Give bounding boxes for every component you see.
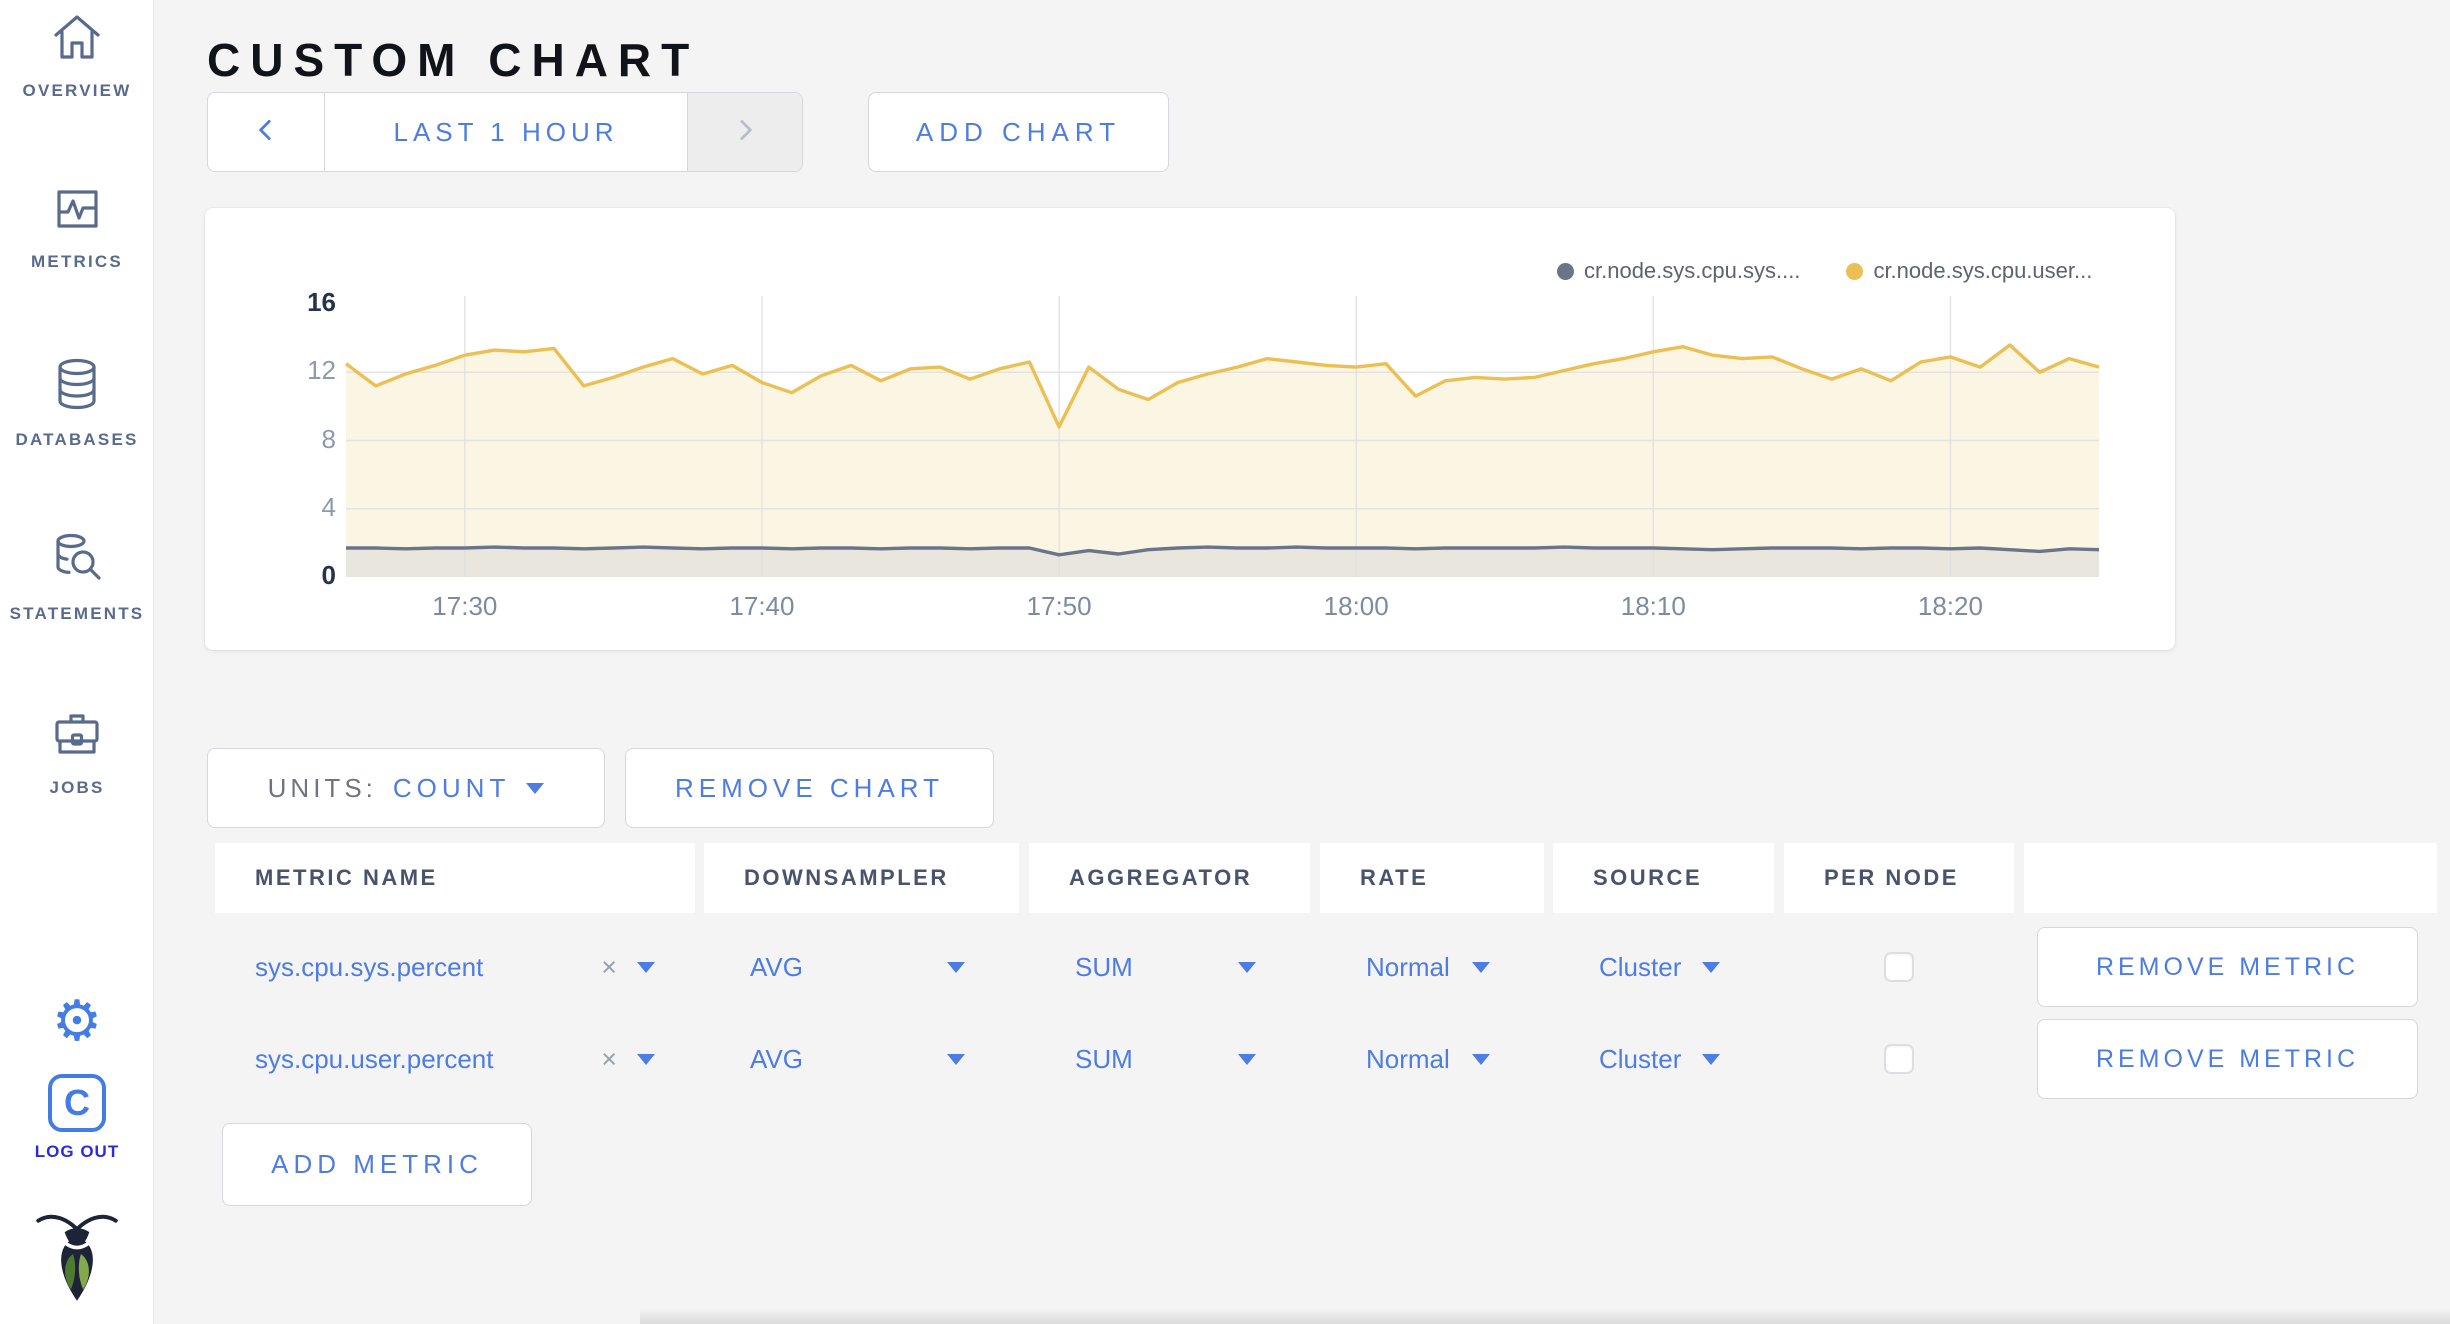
y-tick-label: 16 [307, 287, 336, 317]
home-icon [51, 12, 103, 69]
x-tick-label: 18:00 [1323, 591, 1389, 621]
x-tick-label: 18:10 [1620, 591, 1686, 621]
metrics-table: METRIC NAME DOWNSAMPLER AGGREGATOR RATE … [215, 843, 2438, 1183]
remove-chart-button[interactable]: REMOVE CHART [625, 748, 994, 828]
chevron-down-icon [1238, 961, 1256, 973]
sidebar-item-jobs[interactable]: JOBS [0, 707, 154, 798]
sidebar-item-databases[interactable]: DATABASES [0, 357, 154, 450]
per-node-cell [1784, 1019, 2014, 1099]
chevron-down-icon [526, 782, 545, 794]
database-icon [51, 357, 103, 418]
column-header-rate: RATE [1320, 843, 1544, 913]
metric-name-value: sys.cpu.user.percent [255, 1043, 494, 1074]
x-tick-label: 17:40 [729, 591, 795, 621]
units-value: COUNT [392, 772, 511, 803]
column-header-source: SOURCE [1553, 843, 1774, 913]
sidebar-item-statements[interactable]: STATEMENTS [0, 531, 154, 624]
sidebar-item-label: STATEMENTS [9, 604, 145, 623]
legend-entry[interactable]: cr.node.sys.cpu.sys.... [1557, 258, 1800, 284]
chevron-down-icon [947, 961, 965, 973]
clear-metric-icon[interactable]: × [601, 1045, 617, 1073]
chevron-down-icon [1472, 1053, 1490, 1065]
metric-name-value: sys.cpu.sys.percent [255, 951, 484, 982]
sidebar-item-label: OVERVIEW [22, 81, 132, 100]
sidebar-item-label: METRICS [31, 252, 123, 271]
table-row: sys.cpu.user.percent × AVG SUM Normal Cl… [215, 1019, 2438, 1099]
per-node-checkbox[interactable] [1884, 1044, 1914, 1074]
chart-panel: cr.node.sys.cpu.sys.... cr.node.sys.cpu.… [205, 208, 2175, 650]
metric-name-cell: sys.cpu.sys.percent × [215, 927, 695, 1007]
chevron-down-icon [1702, 1053, 1720, 1065]
y-tick-label: 12 [307, 355, 336, 386]
units-dropdown[interactable]: UNITS: COUNT [207, 748, 605, 828]
logout-label: LOG OUT [34, 1142, 120, 1161]
gear-icon: ⚙ [51, 989, 103, 1052]
chevron-down-icon [1472, 961, 1490, 973]
legend-dot-icon [1557, 262, 1574, 280]
column-header-per-node: PER NODE [1784, 843, 2014, 913]
chevron-down-icon [1238, 1053, 1256, 1065]
legend-dot-icon [1846, 262, 1864, 280]
time-range-next-button[interactable] [688, 93, 802, 171]
downsampler-dropdown[interactable]: AVG [704, 927, 1019, 1007]
sidebar-item-label: JOBS [49, 778, 105, 797]
briefcase-icon [50, 707, 104, 766]
x-tick-label: 17:30 [432, 591, 498, 621]
sidebar: OVERVIEW METRICS DATABASES STATEMENTS JO [0, 0, 154, 1324]
remove-metric-button[interactable]: REMOVE METRIC [2037, 927, 2418, 1007]
per-node-checkbox[interactable] [1884, 952, 1914, 982]
page-title: CUSTOM CHART [207, 33, 700, 86]
metrics-graph-icon [51, 183, 103, 240]
scroll-shadow [640, 1308, 2450, 1324]
clear-metric-icon[interactable]: × [601, 953, 617, 981]
table-row: sys.cpu.sys.percent × AVG SUM Normal Clu… [215, 927, 2438, 1007]
rate-dropdown[interactable]: Normal [1320, 1019, 1544, 1099]
column-header-actions [2024, 843, 2437, 913]
remove-metric-button[interactable]: REMOVE METRIC [2037, 1019, 2418, 1099]
sidebar-item-label: DATABASES [15, 430, 139, 449]
source-dropdown[interactable]: Cluster [1553, 1019, 1774, 1099]
x-tick-label: 18:20 [1917, 591, 1983, 621]
chevron-down-icon [1702, 961, 1720, 973]
chevron-down-icon[interactable] [637, 961, 655, 973]
rate-dropdown[interactable]: Normal [1320, 927, 1544, 1007]
time-range-selector: LAST 1 HOUR [207, 92, 803, 172]
settings-gear-item[interactable]: ⚙ [0, 993, 154, 1049]
column-header-downsampler: DOWNSAMPLER [704, 843, 1019, 913]
chevron-down-icon[interactable] [637, 1053, 655, 1065]
y-tick-label: 8 [321, 423, 336, 454]
chevron-down-icon [947, 1053, 965, 1065]
legend-label: cr.node.sys.cpu.sys.... [1584, 258, 1801, 283]
time-range-prev-button[interactable] [208, 93, 324, 171]
sidebar-item-metrics[interactable]: METRICS [0, 183, 154, 272]
sidebar-item-overview[interactable]: OVERVIEW [0, 12, 154, 101]
legend-entry[interactable]: cr.node.sys.cpu.user... [1846, 258, 2092, 284]
source-dropdown[interactable]: Cluster [1553, 927, 1774, 1007]
add-chart-button[interactable]: ADD CHART [868, 92, 1169, 172]
logout-button[interactable]: C LOG OUT [0, 1074, 154, 1162]
downsampler-dropdown[interactable]: AVG [704, 1019, 1019, 1099]
custom-chart-page: OVERVIEW METRICS DATABASES STATEMENTS JO [0, 0, 2450, 1324]
statements-search-icon [49, 531, 105, 592]
column-header-aggregator: AGGREGATOR [1029, 843, 1310, 913]
x-tick-label: 17:50 [1026, 591, 1092, 621]
chart-legend: cr.node.sys.cpu.sys.... cr.node.sys.cpu.… [1557, 258, 2092, 284]
chevron-left-icon [252, 116, 280, 149]
units-label: UNITS: [267, 772, 377, 803]
legend-label: cr.node.sys.cpu.user... [1873, 258, 2093, 283]
aggregator-dropdown[interactable]: SUM [1029, 1019, 1310, 1099]
metric-name-cell: sys.cpu.user.percent × [215, 1019, 695, 1099]
aggregator-dropdown[interactable]: SUM [1029, 927, 1310, 1007]
y-tick-label: 4 [321, 491, 336, 522]
y-tick-label: 0 [321, 560, 336, 590]
line-chart-plot[interactable] [344, 296, 2100, 577]
time-range-dropdown[interactable]: LAST 1 HOUR [324, 93, 688, 171]
per-node-cell [1784, 927, 2014, 1007]
add-metric-button[interactable]: ADD METRIC [222, 1123, 532, 1206]
cockroach-c-icon: C [48, 1074, 106, 1132]
cockroachdb-bug-logo [33, 1205, 121, 1310]
column-header-metric-name: METRIC NAME [215, 843, 695, 913]
chevron-right-icon [731, 116, 759, 149]
